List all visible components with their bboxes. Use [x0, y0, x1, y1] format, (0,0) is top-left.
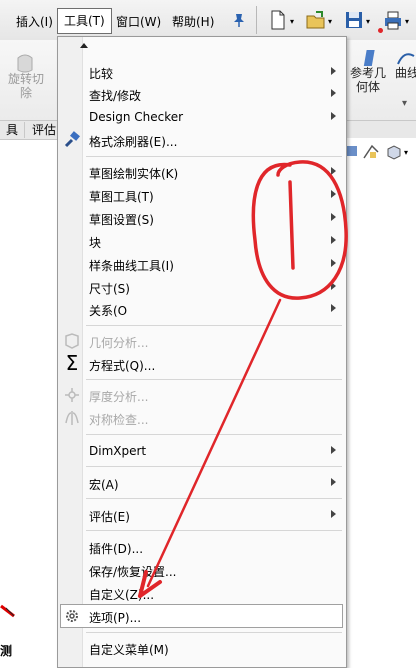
annotation-arrow-line	[146, 298, 282, 588]
annotation-overlay	[138, 160, 348, 598]
annotation-circle	[251, 160, 348, 300]
annotation-stroke	[288, 180, 295, 270]
